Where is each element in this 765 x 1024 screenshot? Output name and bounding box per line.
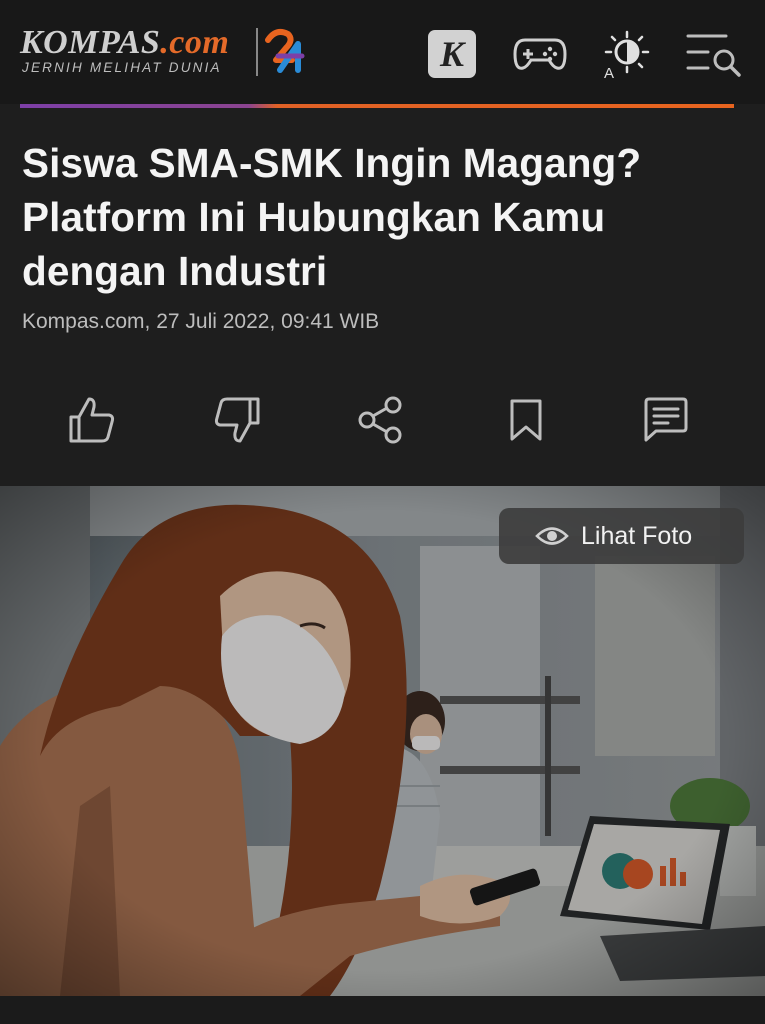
logo-divider [256, 28, 258, 76]
dislike-button[interactable] [207, 390, 267, 450]
bookmark-icon [510, 399, 542, 441]
bottom-bar [0, 996, 765, 1024]
header-accent-line [20, 104, 734, 108]
kompas-logo[interactable]: KOMPAS.com JERNIH MELIHAT DUNIA [20, 24, 320, 84]
dislike-icon [214, 397, 260, 443]
article-actions [0, 390, 765, 450]
view-photo-label: Lihat Foto [581, 521, 693, 550]
article-byline: Kompas.com, 27 Juli 2022, 09:41 WIB [22, 310, 380, 333]
bookmark-button[interactable] [496, 390, 556, 450]
article-title: Siswa SMA-SMK Ingin Magang? Platform Ini… [22, 140, 642, 294]
kompas-k-button[interactable]: K [428, 30, 476, 78]
gamepad-button[interactable] [512, 28, 568, 80]
like-icon [69, 397, 115, 443]
top-bar: KOMPAS.com JERNIH MELIHAT DUNIA K A [0, 0, 765, 104]
share-icon [358, 396, 402, 444]
theme-toggle-button[interactable]: A [600, 28, 652, 80]
menu-search-button[interactable] [686, 28, 742, 80]
share-button[interactable] [351, 390, 411, 450]
comment-button[interactable] [636, 390, 696, 450]
menu-search-icon [686, 34, 741, 77]
logo-main-text: KOMPAS [20, 24, 161, 61]
logo-domain-text: .com [160, 24, 230, 61]
logo-tagline: JERNIH MELIHAT DUNIA [22, 60, 222, 75]
gamepad-icon [513, 38, 567, 70]
view-photo-button[interactable]: Lihat Foto [499, 508, 744, 564]
svg-text:A: A [604, 65, 614, 80]
theme-toggle-icon: A [604, 30, 650, 80]
like-button[interactable] [62, 390, 122, 450]
eye-icon [535, 527, 569, 545]
comment-icon [644, 397, 688, 442]
anniversary-badge-icon [265, 29, 305, 73]
